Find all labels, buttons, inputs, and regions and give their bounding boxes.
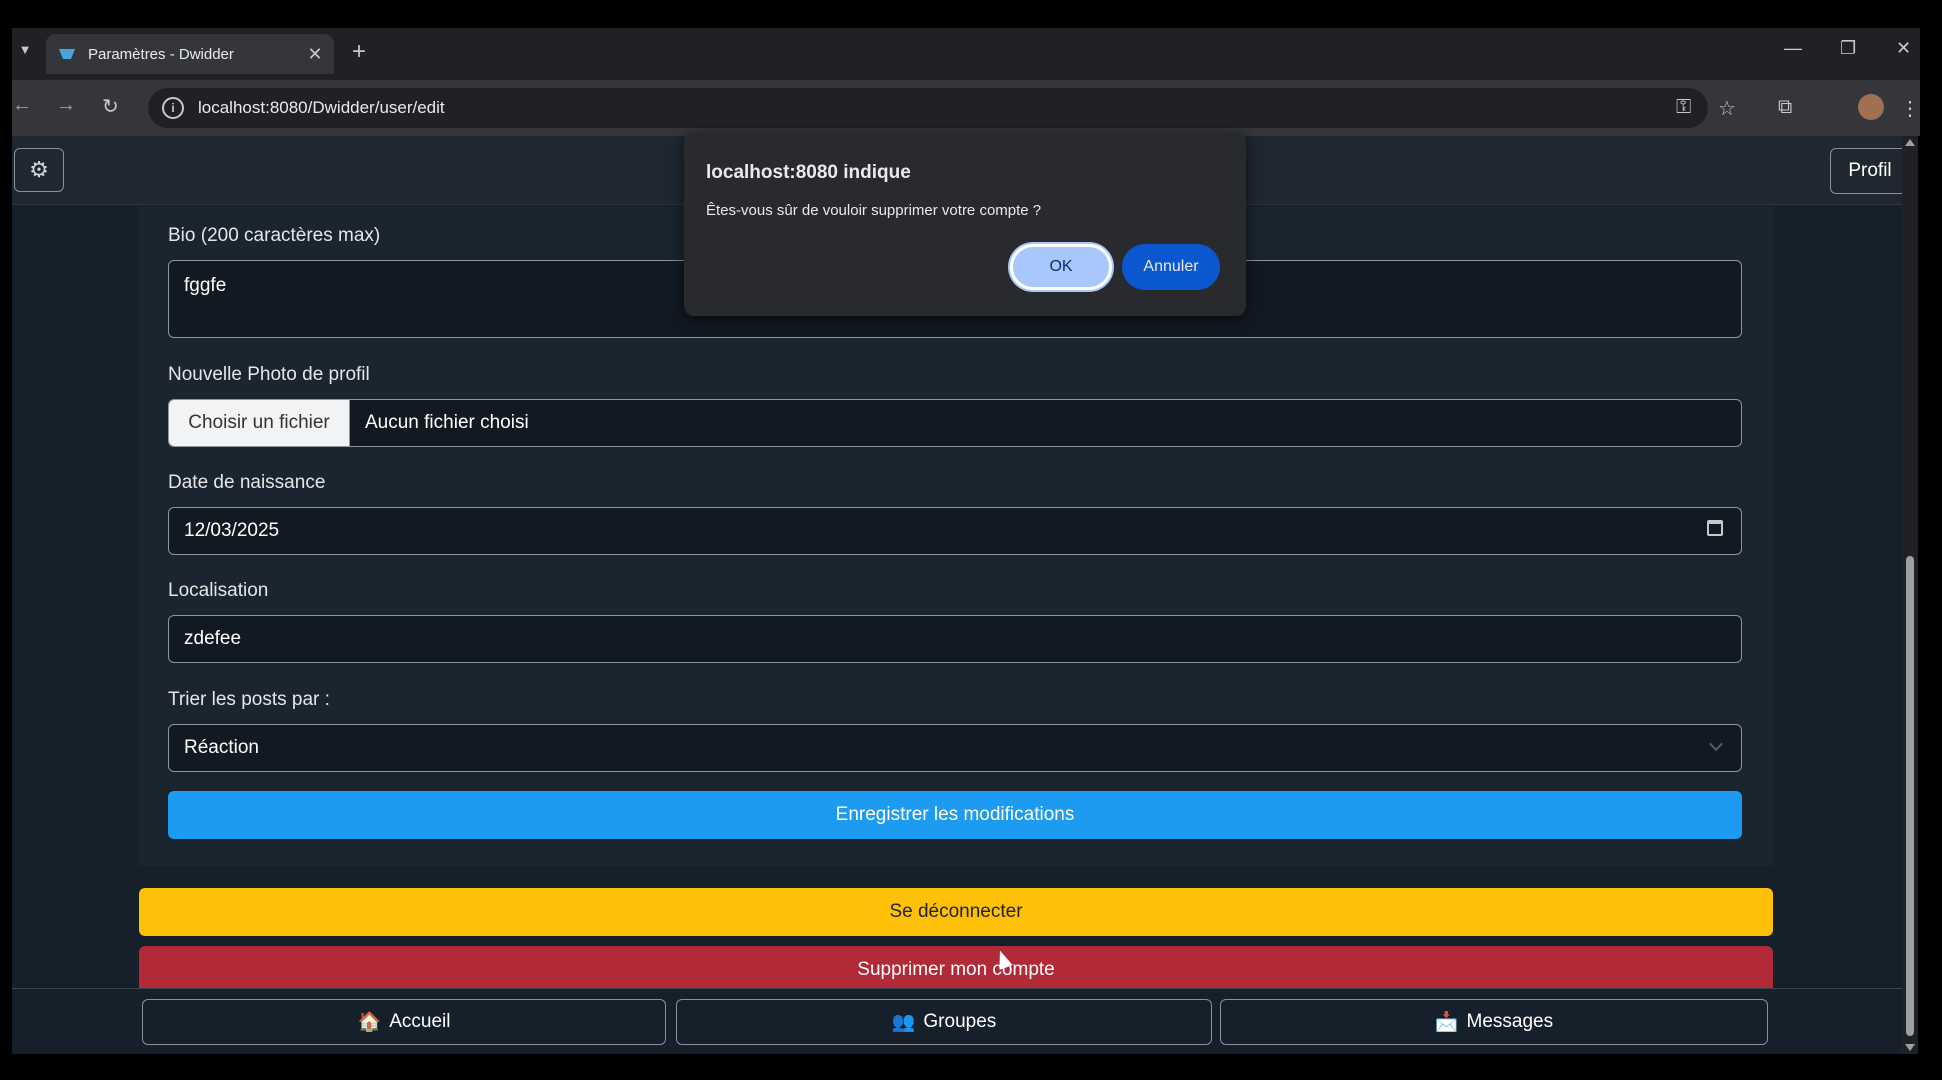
scroll-down-icon[interactable] <box>1905 1044 1915 1051</box>
dialog-ok-button[interactable]: OK <box>1010 244 1112 290</box>
gear-icon: ⚙ <box>29 157 49 182</box>
restore-icon[interactable]: ❐ <box>1840 38 1856 59</box>
sort-value: Réaction <box>184 737 259 758</box>
nav-home-label: Accueil <box>389 1011 451 1032</box>
nav-messages-label: Messages <box>1466 1011 1554 1032</box>
birthdate-value: 12/03/2025 <box>184 520 280 541</box>
save-button[interactable]: Enregistrer les modifications <box>168 791 1742 839</box>
close-tab-icon[interactable]: ✕ <box>302 44 328 65</box>
reload-icon[interactable]: ↻ <box>102 94 119 119</box>
extensions-icon[interactable]: ⧉ <box>1778 96 1792 119</box>
chevron-down-icon <box>1708 736 1724 752</box>
browser-tab[interactable]: Paramètres - Dwidder ✕ <box>46 34 334 74</box>
dialog-title: localhost:8080 indique <box>706 162 911 183</box>
browser-toolbar: ← → ↻ i localhost:8080/Dwidder/user/edit… <box>12 80 1920 136</box>
back-icon[interactable]: ← <box>12 94 32 117</box>
new-tab-button[interactable]: + <box>352 40 366 64</box>
browser-profile-avatar[interactable] <box>1858 94 1884 120</box>
bottom-navbar: 🏠 Accueil 👥 Groupes 📩 Messages <box>12 988 1918 1054</box>
forward-icon[interactable]: → <box>56 94 76 117</box>
dialog-message: Êtes-vous sûr de vouloir supprimer votre… <box>706 202 1042 219</box>
location-input[interactable]: zdefee <box>168 615 1742 663</box>
bookmark-star-icon[interactable]: ☆ <box>1718 96 1736 121</box>
password-key-icon[interactable]: ⚿ <box>1676 96 1691 119</box>
settings-button[interactable]: ⚙ <box>14 148 64 192</box>
house-icon: 🏠 <box>357 1012 382 1033</box>
location-label: Localisation <box>168 580 269 601</box>
calendar-icon[interactable] <box>1707 520 1723 536</box>
birthdate-input[interactable]: 12/03/2025 <box>168 507 1742 555</box>
url-text[interactable]: localhost:8080/Dwidder/user/edit <box>198 98 445 118</box>
file-status: Aucun fichier choisi <box>365 412 529 433</box>
choose-file-button[interactable]: Choisir un fichier <box>169 400 350 446</box>
sort-select[interactable]: Réaction <box>168 724 1742 772</box>
close-window-icon[interactable]: ✕ <box>1896 38 1911 59</box>
page-scrollbar[interactable] <box>1902 136 1918 1054</box>
bio-value: fggfe <box>184 275 227 296</box>
logout-button[interactable]: Se déconnecter <box>139 888 1773 936</box>
birthdate-label: Date de naissance <box>168 472 326 493</box>
scroll-up-icon[interactable] <box>1905 139 1915 146</box>
address-bar[interactable]: i localhost:8080/Dwidder/user/edit <box>148 88 1708 128</box>
confirm-dialog: localhost:8080 indique Êtes-vous sûr de … <box>684 132 1246 316</box>
people-icon: 👥 <box>891 1012 916 1033</box>
scrollbar-thumb[interactable] <box>1906 556 1914 1036</box>
browser-menu-icon[interactable]: ⋮ <box>1900 96 1920 121</box>
minimize-icon[interactable]: — <box>1784 38 1802 59</box>
site-info-icon[interactable]: i <box>162 97 184 119</box>
nav-groups-label: Groupes <box>923 1011 997 1032</box>
dialog-cancel-button[interactable]: Annuler <box>1122 244 1220 290</box>
favicon-icon <box>59 49 75 59</box>
nav-messages-button[interactable]: 📩 Messages <box>1220 999 1768 1045</box>
photo-label: Nouvelle Photo de profil <box>168 364 370 385</box>
delete-account-button[interactable]: Supprimer mon compte <box>139 946 1773 994</box>
browser-chrome: ▼ Paramètres - Dwidder ✕ + — ❐ ✕ ← → ↻ i… <box>12 28 1920 136</box>
profile-button[interactable]: Profil <box>1830 148 1910 194</box>
location-value: zdefee <box>184 628 242 649</box>
nav-groups-button[interactable]: 👥 Groupes <box>676 999 1212 1045</box>
tab-search-icon[interactable]: ▼ <box>14 42 36 57</box>
mailbox-icon: 📩 <box>1434 1012 1459 1033</box>
bio-label: Bio (200 caractères max) <box>168 225 381 246</box>
photo-file-input[interactable]: Choisir un fichier Aucun fichier choisi <box>168 399 1742 447</box>
sort-label: Trier les posts par : <box>168 689 330 710</box>
nav-home-button[interactable]: 🏠 Accueil <box>142 999 666 1045</box>
tab-title: Paramètres - Dwidder <box>88 45 234 63</box>
